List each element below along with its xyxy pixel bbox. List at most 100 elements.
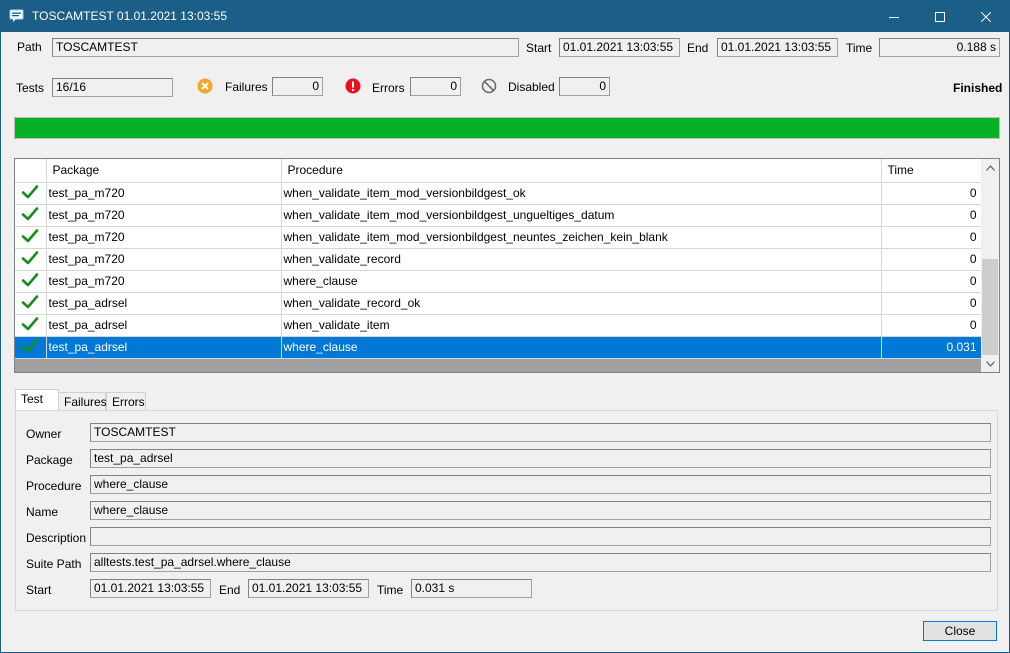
check-icon [21, 316, 39, 330]
tab-test[interactable]: Test [15, 389, 59, 410]
test-detail-panel: Owner TOSCAMTEST Package test_pa_adrsel … [15, 410, 998, 611]
error-icon [345, 78, 361, 97]
column-header-package[interactable]: Package [46, 159, 282, 183]
detail-end-label: End [219, 583, 241, 597]
failures-label: Failures [225, 80, 268, 94]
table-row[interactable]: test_pa_adrsel where_clause 0.031 [15, 336, 982, 359]
row-time-cell: 0 [881, 314, 982, 337]
row-package-cell: test_pa_m720 [46, 270, 282, 293]
grid-header-row: Package Procedure Time [15, 159, 982, 183]
table-row[interactable]: test_pa_m720 where_clause 0 [15, 270, 982, 293]
path-label: Path [17, 40, 42, 54]
scroll-down-button[interactable] [981, 355, 999, 372]
close-window-button[interactable] [963, 1, 1009, 32]
check-icon [21, 294, 39, 308]
time-field[interactable]: 0.188 s [879, 38, 1000, 57]
app-icon [9, 9, 25, 23]
errors-field[interactable]: 0 [410, 77, 461, 96]
detail-time-label: Time [377, 583, 404, 597]
disabled-field[interactable]: 0 [559, 77, 610, 96]
row-procedure-cell: when_validate_record_ok [281, 292, 882, 315]
row-package-cell: test_pa_m720 [46, 182, 282, 205]
chevron-up-icon [985, 164, 995, 171]
check-icon [21, 250, 39, 264]
minimize-icon [889, 16, 899, 18]
row-time-cell: 0 [881, 292, 982, 315]
progress-bar [14, 117, 1000, 139]
row-procedure-cell: when_validate_record [281, 248, 882, 271]
table-row[interactable]: test_pa_m720 when_validate_record 0 [15, 248, 982, 271]
tests-label: Tests [16, 81, 45, 95]
table-row[interactable]: test_pa_m720 when_validate_item_mod_versi… [15, 182, 982, 205]
table-row[interactable]: test_pa_adrsel when_validate_item 0 [15, 314, 982, 337]
close-icon [981, 11, 991, 22]
check-icon [21, 338, 39, 352]
chevron-down-icon [985, 360, 995, 367]
package-label: Package [26, 453, 73, 467]
maximize-icon [935, 11, 945, 22]
close-button[interactable]: Close [923, 621, 997, 641]
failures-field[interactable]: 0 [272, 77, 323, 96]
column-header-time[interactable]: Time [881, 159, 982, 183]
end-label: End [687, 41, 709, 55]
maximize-button[interactable] [917, 1, 963, 32]
row-status-cell [15, 204, 47, 227]
tab-errors[interactable]: Errors [106, 392, 146, 411]
start-label: Start [526, 41, 552, 55]
row-status-cell [15, 292, 47, 315]
column-header-status[interactable] [15, 159, 47, 183]
tests-field[interactable]: 16/16 [52, 78, 173, 97]
table-row[interactable]: test_pa_m720 when_validate_item_mod_versi… [15, 204, 982, 227]
suite-path-field[interactable]: alltests.test_pa_adrsel.where_clause [90, 553, 991, 572]
row-package-cell: test_pa_adrsel [46, 336, 282, 359]
minimize-button[interactable] [871, 1, 917, 32]
failure-icon [197, 78, 213, 97]
suite-path-label: Suite Path [26, 557, 82, 571]
table-row[interactable]: test_pa_adrsel when_validate_record_ok 0 [15, 292, 982, 315]
table-row[interactable]: test_pa_m720 when_validate_item_mod_versi… [15, 226, 982, 249]
row-status-cell [15, 248, 47, 271]
time-label: Time [846, 41, 873, 55]
end-field[interactable]: 01.01.2021 13:03:55 [717, 38, 838, 57]
row-status-cell [15, 270, 47, 293]
detail-start-field[interactable]: 01.01.2021 13:03:55 [90, 579, 211, 598]
row-procedure-cell: when_validate_item_mod_versionbildgest_n… [281, 226, 882, 249]
owner-field[interactable]: TOSCAMTEST [90, 423, 991, 442]
start-field[interactable]: 01.01.2021 13:03:55 [559, 38, 680, 57]
name-field[interactable]: where_clause [90, 501, 991, 520]
owner-label: Owner [26, 427, 62, 441]
row-time-cell: 0 [881, 248, 982, 271]
row-status-cell [15, 336, 47, 359]
procedure-field[interactable]: where_clause [90, 475, 991, 494]
row-time-cell: 0 [881, 204, 982, 227]
description-label: Description [26, 531, 87, 545]
path-field[interactable]: TOSCAMTEST [52, 38, 519, 57]
column-header-procedure[interactable]: Procedure [281, 159, 882, 183]
disabled-label: Disabled [508, 80, 555, 94]
check-icon [21, 228, 39, 242]
scroll-thumb[interactable] [982, 259, 998, 355]
status-text: Finished [953, 81, 1003, 95]
detail-end-field[interactable]: 01.01.2021 13:03:55 [248, 579, 369, 598]
row-time-cell: 0.031 [881, 336, 982, 359]
row-package-cell: test_pa_m720 [46, 248, 282, 271]
package-field[interactable]: test_pa_adrsel [90, 449, 991, 468]
row-procedure-cell: when_validate_item_mod_versionbildgest_u… [281, 204, 882, 227]
test-results-window: TOSCAMTEST 01.01.2021 13:03:55 Path TOSC… [0, 0, 1010, 653]
name-label: Name [26, 505, 59, 519]
row-status-cell [15, 182, 47, 205]
title-bar[interactable]: TOSCAMTEST 01.01.2021 13:03:55 [1, 1, 1009, 32]
row-time-cell: 0 [881, 270, 982, 293]
detail-start-label: Start [26, 583, 52, 597]
row-procedure-cell: when_validate_item_mod_versionbildgest_o… [281, 182, 882, 205]
row-package-cell: test_pa_adrsel [46, 292, 282, 315]
grid-vertical-scrollbar[interactable] [981, 159, 999, 372]
row-package-cell: test_pa_m720 [46, 226, 282, 249]
detail-time-field[interactable]: 0.031 s [411, 579, 532, 598]
tab-failures[interactable]: Failures [58, 392, 107, 411]
errors-label: Errors [372, 81, 405, 95]
scroll-up-button[interactable] [981, 159, 999, 176]
window-title: TOSCAMTEST 01.01.2021 13:03:55 [32, 9, 228, 23]
description-field[interactable] [90, 527, 991, 546]
results-grid[interactable]: Package Procedure Time test_pa_m720 when_… [14, 158, 1000, 373]
